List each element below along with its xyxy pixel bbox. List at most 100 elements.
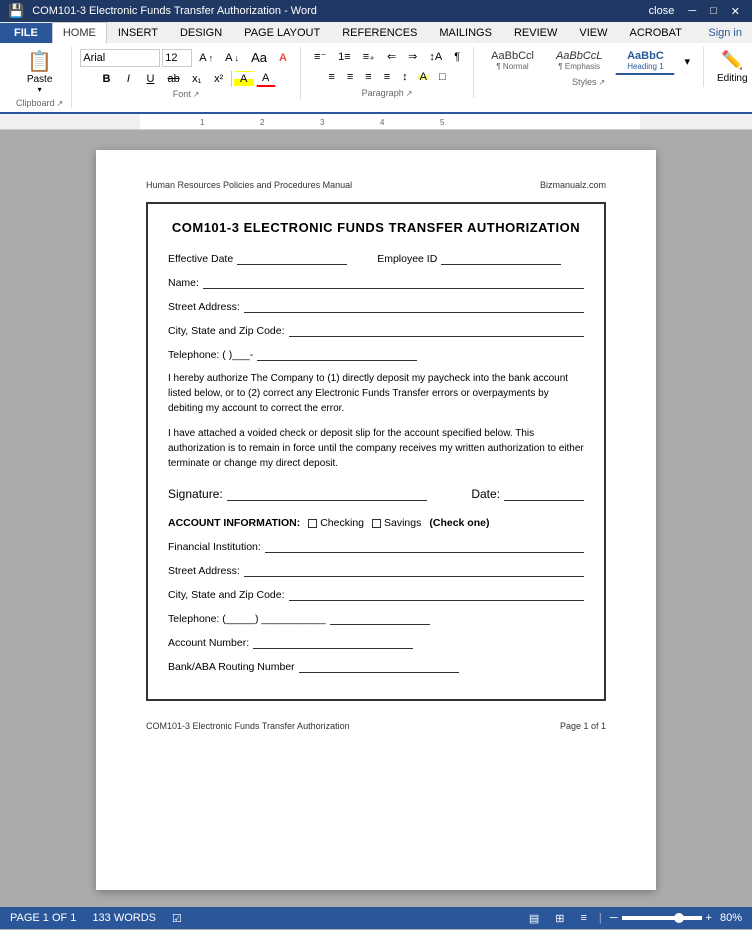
increase-indent-btn[interactable]: ⇒ — [403, 47, 422, 66]
font-color-button[interactable]: A — [256, 70, 276, 87]
border-btn[interactable]: □ — [434, 68, 451, 86]
signin-link[interactable]: Sign in — [698, 23, 752, 43]
help-btn[interactable]: close — [645, 5, 679, 18]
editing-btn[interactable]: ✏️ Editing — [712, 47, 752, 87]
footer-left: COM101-3 Electronic Funds Transfer Autho… — [146, 721, 350, 731]
line-spacing-btn[interactable]: ↕ — [397, 68, 413, 86]
ruler-mark-1: 1 — [200, 118, 204, 127]
font-size-input[interactable] — [162, 49, 192, 67]
zoom-percent[interactable]: 80% — [720, 912, 742, 924]
font-name-input[interactable] — [80, 49, 160, 67]
show-hide-btn[interactable]: ¶ — [449, 48, 465, 66]
tab-acrobat[interactable]: ACROBAT — [618, 22, 692, 43]
styles-expand-icon[interactable]: ↗ — [598, 78, 605, 87]
effective-date-row: Effective Date Employee ID — [168, 251, 584, 265]
maximize-btn[interactable]: □ — [706, 5, 721, 18]
tab-home[interactable]: HOME — [52, 22, 107, 44]
style-normal[interactable]: AaBbCcl ¶ Normal — [482, 47, 543, 75]
footer-right: Page 1 of 1 — [560, 721, 606, 731]
paste-button[interactable]: 📋 Paste ▾ — [21, 47, 59, 96]
numbering-btn[interactable]: 1≡ — [333, 48, 356, 66]
clipboard-expand-icon[interactable]: ↗ — [57, 99, 64, 108]
street-line — [244, 299, 584, 313]
text-effect-btn[interactable]: A — [274, 49, 292, 67]
zoom-control[interactable]: ─ + — [610, 912, 712, 924]
font-tools-row1: A↑ A↓ Aa A — [80, 47, 292, 68]
effective-date-line — [237, 251, 347, 265]
account-city-row: City, State and Zip Code: — [168, 587, 584, 601]
clear-format-btn[interactable]: Aa — [246, 47, 272, 68]
tab-references[interactable]: REFERENCES — [331, 22, 428, 43]
checking-checkbox[interactable] — [308, 519, 317, 528]
zoom-slider[interactable] — [622, 916, 702, 920]
signature-label: Signature: — [168, 487, 223, 501]
telephone-line — [257, 347, 417, 361]
tab-file[interactable]: FILE — [0, 23, 52, 43]
financial-institution-row: Financial Institution: — [168, 539, 584, 553]
date-label: Date: — [471, 487, 500, 501]
styles-more-btn[interactable]: ▾ — [679, 52, 695, 71]
effective-date-label: Effective Date — [168, 253, 233, 265]
multilevel-btn[interactable]: ≡₊ — [358, 47, 380, 66]
paste-dropdown[interactable]: ▾ — [38, 85, 42, 94]
subscript-button[interactable]: x₁ — [187, 71, 207, 87]
minimize-btn[interactable]: ─ — [684, 5, 700, 18]
sort-btn[interactable]: ↕A — [424, 48, 447, 66]
account-city-label: City, State and Zip Code: — [168, 589, 285, 601]
separator — [231, 71, 232, 87]
decrease-indent-btn[interactable]: ⇐ — [382, 47, 401, 66]
grow-font-btn[interactable]: A↑ — [194, 49, 218, 67]
tab-design[interactable]: DESIGN — [169, 22, 233, 43]
shading-btn[interactable]: A — [415, 68, 432, 86]
tab-mailings[interactable]: MAILINGS — [428, 22, 503, 43]
savings-checkbox-item: Savings — [372, 517, 421, 529]
tab-review[interactable]: REVIEW — [503, 22, 568, 43]
account-street-row: Street Address: — [168, 563, 584, 577]
align-right-btn[interactable]: ≡ — [360, 68, 376, 86]
document-page: Human Resources Policies and Procedures … — [96, 150, 656, 890]
tab-insert[interactable]: INSERT — [107, 22, 169, 43]
close-btn[interactable]: ✕ — [727, 5, 744, 18]
italic-button[interactable]: I — [118, 71, 138, 87]
shrink-font-btn[interactable]: A↓ — [220, 49, 244, 67]
form-title: COM101-3 ELECTRONIC FUNDS TRANSFER AUTHO… — [168, 220, 584, 235]
bullets-btn[interactable]: ≡⁻ — [309, 47, 331, 66]
city-state-zip-line — [289, 323, 584, 337]
account-street-label: Street Address: — [168, 565, 240, 577]
ribbon-tabs: FILE HOME INSERT DESIGN PAGE LAYOUT REFE… — [0, 22, 752, 43]
account-title-row: ACCOUNT INFORMATION: Checking Savings (C… — [168, 517, 584, 529]
ruler-mark-3: 3 — [320, 118, 324, 127]
page-footer: COM101-3 Electronic Funds Transfer Autho… — [146, 721, 606, 731]
zoom-out-btn[interactable]: ─ — [610, 912, 618, 924]
tab-page-layout[interactable]: PAGE LAYOUT — [233, 22, 331, 43]
bold-button[interactable]: B — [96, 71, 116, 87]
strikethrough-button[interactable]: ab — [162, 71, 184, 87]
font-expand-icon[interactable]: ↗ — [193, 90, 200, 99]
savings-checkbox[interactable] — [372, 519, 381, 528]
paragraph-label: Paragraph ↗ — [362, 88, 413, 98]
routing-number-line — [299, 659, 459, 673]
align-center-btn[interactable]: ≡ — [342, 68, 358, 86]
name-row: Name: — [168, 275, 584, 289]
tab-view[interactable]: VIEW — [568, 22, 618, 43]
justify-btn[interactable]: ≡ — [379, 68, 395, 86]
zoom-in-btn[interactable]: + — [706, 912, 712, 924]
paragraph-expand-icon[interactable]: ↗ — [406, 89, 413, 98]
document-check-icon[interactable]: ☑ — [172, 912, 182, 925]
style-no-spacing[interactable]: AaBbCcL ¶ Emphasis — [547, 47, 611, 75]
status-right: ▤ ⊞ ≡ | ─ + 80% — [525, 910, 742, 927]
status-left: PAGE 1 OF 1 133 WORDS ☑ — [10, 912, 182, 925]
ruler: 1 2 3 4 5 — [0, 114, 752, 130]
view-print-btn[interactable]: ▤ — [525, 910, 543, 927]
account-info-title: ACCOUNT INFORMATION: — [168, 517, 300, 529]
view-web-btn[interactable]: ⊞ — [551, 910, 568, 927]
superscript-button[interactable]: x² — [209, 71, 229, 87]
highlight-button[interactable]: A — [234, 71, 254, 87]
align-left-btn[interactable]: ≡ — [323, 68, 339, 86]
ribbon-group-clipboard: 📋 Paste ▾ Clipboard ↗ — [8, 47, 72, 108]
account-number-row: Account Number: — [168, 635, 584, 649]
underline-button[interactable]: U — [140, 71, 160, 87]
style-heading1[interactable]: AaBbC Heading 1 — [615, 47, 675, 75]
editing-tools: ✏️ Editing — [712, 47, 752, 87]
view-read-btn[interactable]: ≡ — [576, 910, 590, 926]
